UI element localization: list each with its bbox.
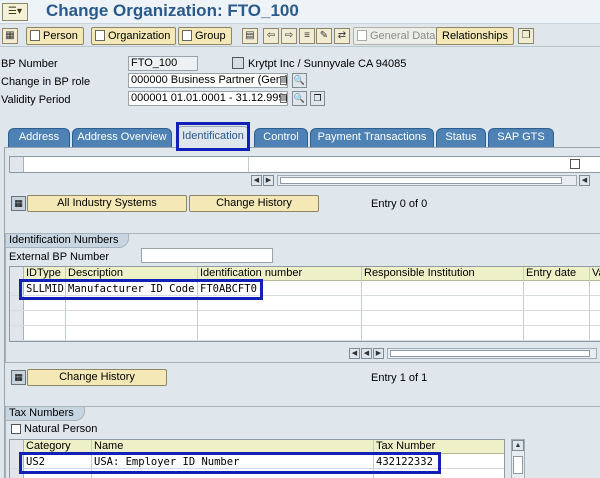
copy-icon[interactable]: ❐ bbox=[310, 91, 325, 106]
dropdown-icon[interactable]: ▤ bbox=[280, 76, 288, 85]
scroll-thumb[interactable] bbox=[513, 456, 523, 474]
tab-status[interactable]: Status bbox=[436, 128, 486, 147]
building-icon bbox=[232, 57, 244, 69]
document-icon bbox=[182, 30, 192, 41]
tab-address[interactable]: Address bbox=[8, 128, 70, 147]
person-button-label: Person bbox=[43, 30, 78, 42]
group-button-label: Group bbox=[195, 30, 226, 42]
validity-select[interactable]: 000001 01.01.0001 - 31.12.9999 bbox=[128, 91, 288, 106]
scroll-track[interactable] bbox=[387, 348, 597, 359]
column-divider bbox=[248, 157, 249, 172]
scroll-left-icon[interactable]: ◀ bbox=[251, 175, 262, 186]
scroll-left-icon[interactable]: ◀ bbox=[579, 175, 590, 186]
person-button[interactable]: Person bbox=[26, 27, 84, 45]
scroll-up-icon[interactable]: ▲ bbox=[512, 440, 524, 451]
identification-table[interactable]: IDType Description Identification number… bbox=[9, 266, 600, 342]
table-row[interactable] bbox=[10, 312, 600, 326]
open-folder-icon[interactable]: ▤ bbox=[242, 28, 258, 44]
dropdown-icon[interactable]: ▤ bbox=[280, 94, 288, 103]
table-settings-icon[interactable]: ▦ bbox=[11, 196, 26, 211]
scroll-right-icon[interactable]: ▶ bbox=[373, 348, 384, 359]
column-header[interactable]: Va bbox=[590, 267, 600, 281]
role-select[interactable]: 000000 Business Partner (Gen.) bbox=[128, 73, 288, 88]
entry-count: Entry 0 of 0 bbox=[371, 198, 428, 210]
tab-address-overview[interactable]: Address Overview bbox=[72, 128, 172, 147]
display-change-icon[interactable]: ⇄ bbox=[334, 28, 350, 44]
industry-table[interactable] bbox=[9, 156, 600, 173]
grid-icon[interactable]: ▦ bbox=[2, 28, 18, 44]
copy-icon[interactable]: ❐ bbox=[518, 28, 534, 44]
group-title: Identification Numbers bbox=[6, 234, 130, 248]
highlight-box bbox=[176, 122, 250, 151]
bp-number-label: BP Number bbox=[1, 58, 58, 70]
scroll-left-icon[interactable]: ◀ bbox=[349, 348, 360, 359]
general-data-button[interactable]: General Data bbox=[353, 27, 442, 45]
search-icon[interactable]: 🔍 bbox=[292, 73, 307, 88]
column-header[interactable]: Entry date bbox=[524, 267, 590, 281]
natural-person-checkbox[interactable] bbox=[11, 424, 21, 434]
change-history-button[interactable]: Change History bbox=[189, 195, 319, 212]
list-icon[interactable]: ≡ bbox=[299, 28, 315, 44]
external-bp-field[interactable] bbox=[141, 248, 273, 263]
scroll-thumb[interactable] bbox=[390, 350, 590, 357]
role-label: Change in BP role bbox=[1, 76, 91, 88]
page-title: Change Organization: FTO_100 bbox=[46, 1, 299, 20]
tax-v-scrollbar[interactable]: ▲ bbox=[511, 439, 525, 478]
scroll-left-icon[interactable]: ◀ bbox=[361, 348, 372, 359]
edit-pencil-icon[interactable]: ✎ bbox=[316, 28, 332, 44]
relationships-button[interactable]: Relationships bbox=[436, 27, 515, 45]
industry-h-scrollbar[interactable]: ◀ ▶ ◀ bbox=[251, 175, 597, 186]
tab-strip: Address Address Overview Identification … bbox=[0, 124, 600, 148]
title-bar: ☰▾ Change Organization: FTO_100 bbox=[0, 0, 600, 24]
highlight-box bbox=[19, 452, 441, 474]
arrow-left-icon[interactable]: ⇦ bbox=[263, 28, 279, 44]
change-history-button[interactable]: Change History bbox=[27, 369, 167, 386]
search-icon[interactable]: 🔍 bbox=[292, 91, 307, 106]
checkbox[interactable] bbox=[570, 159, 580, 169]
natural-person-label: Natural Person bbox=[24, 423, 98, 435]
bp-description: Krytpt Inc / Sunnyvale CA 94085 bbox=[248, 58, 407, 70]
document-icon bbox=[357, 30, 367, 41]
entry-count: Entry 1 of 1 bbox=[371, 372, 428, 384]
identification-h-scrollbar[interactable]: ◀ ◀ ▶ bbox=[349, 348, 597, 359]
tab-sap-gts[interactable]: SAP GTS bbox=[488, 128, 554, 147]
column-header[interactable]: Responsible Institution bbox=[362, 267, 524, 281]
group-button[interactable]: Group bbox=[178, 27, 232, 45]
tab-payment-transactions[interactable]: Payment Transactions bbox=[310, 128, 434, 147]
group-title: Tax Numbers bbox=[6, 407, 85, 421]
tab-content-panel: ◀ ▶ ◀ ▦ All Industry Systems Change Hist… bbox=[4, 147, 600, 478]
external-bp-label: External BP Number bbox=[9, 251, 110, 263]
scroll-right-icon[interactable]: ▶ bbox=[263, 175, 274, 186]
organization-button[interactable]: Organization bbox=[91, 27, 177, 45]
arrow-right-icon[interactable]: ⇨ bbox=[281, 28, 297, 44]
scroll-thumb[interactable] bbox=[280, 177, 562, 184]
general-data-button-label: General Data bbox=[370, 30, 436, 42]
highlight-box bbox=[19, 279, 263, 300]
bp-number-field[interactable]: FTO_100 bbox=[128, 56, 198, 71]
document-icon bbox=[30, 30, 40, 41]
organization-button-label: Organization bbox=[108, 30, 171, 42]
tab-control[interactable]: Control bbox=[254, 128, 308, 147]
row-selector[interactable] bbox=[10, 157, 24, 172]
application-toolbar: ▦ Person Organization Group ▤ ⇦ ⇨ ≡ ✎ ⇄ … bbox=[0, 25, 600, 47]
validity-label: Validity Period bbox=[1, 94, 71, 106]
document-icon bbox=[95, 30, 105, 41]
scroll-track[interactable] bbox=[277, 175, 577, 186]
relationships-button-label: Relationships bbox=[442, 30, 509, 42]
table-row[interactable] bbox=[10, 327, 600, 341]
menu-icon[interactable]: ☰▾ bbox=[2, 3, 28, 21]
all-industry-systems-button[interactable]: All Industry Systems bbox=[27, 195, 187, 212]
table-settings-icon[interactable]: ▦ bbox=[11, 370, 26, 385]
